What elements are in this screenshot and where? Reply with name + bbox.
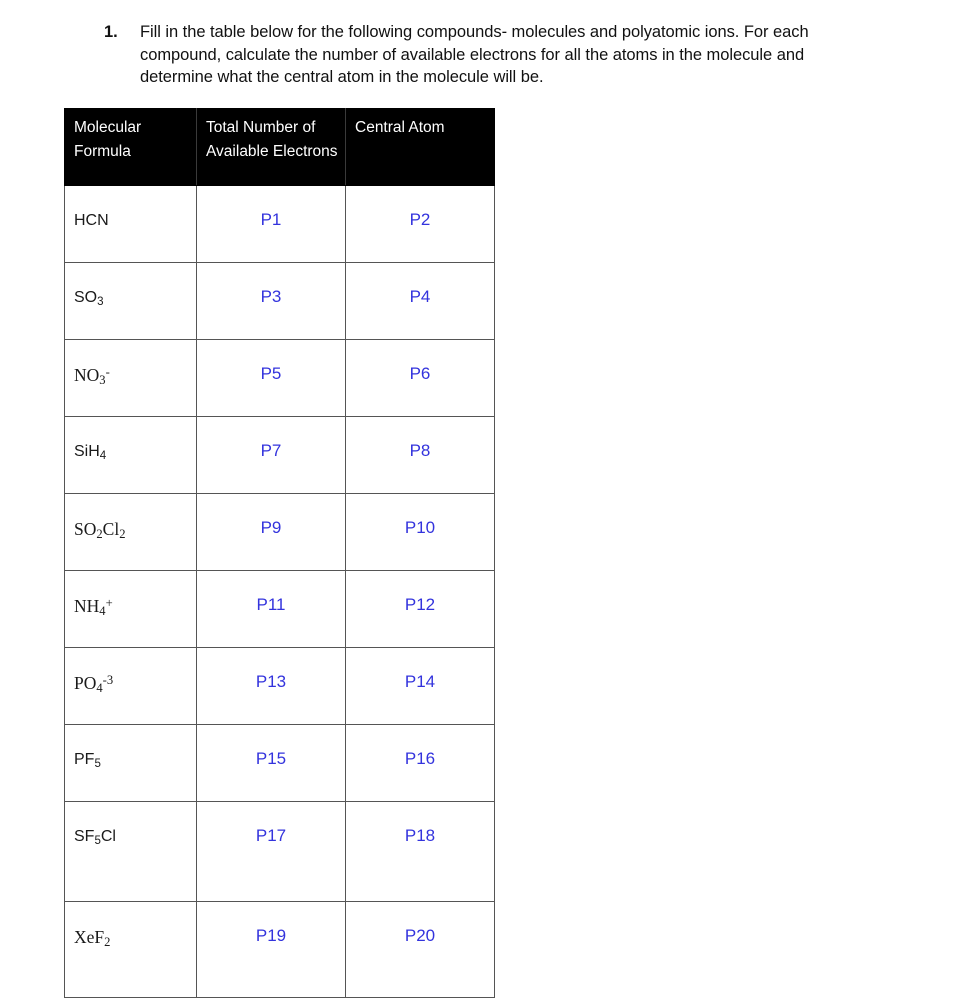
question-third-line: determine what the central atom in the m… <box>104 66 894 89</box>
molecular-formula-text: NO3- <box>74 364 110 388</box>
cell-central-atom[interactable]: P12 <box>345 570 495 648</box>
table-body: HCN P1 P2 SO3 P3 P4 NO3- P5 P6 SiH4 P7 P8 SO2Cl2 P9 P1… <box>64 185 495 998</box>
electrons-answer: P13 <box>255 672 287 691</box>
table-row: PO4-3 P13 P14 <box>64 647 495 725</box>
cell-central-atom[interactable]: P6 <box>345 339 495 417</box>
table-row: NO3- P5 P6 <box>64 339 495 417</box>
electrons-answer: P9 <box>260 518 282 537</box>
cell-molecular-formula: NO3- <box>64 339 197 417</box>
question-number: 1. <box>104 23 118 41</box>
molecular-formula-text: HCN <box>74 212 109 229</box>
cell-molecular-formula: HCN <box>64 185 197 263</box>
table-row: PF5 P15 P16 <box>64 724 495 802</box>
cell-molecular-formula: SiH4 <box>64 416 197 494</box>
molecular-formula-text: PF5 <box>74 751 101 770</box>
electrons-answer: P1 <box>260 210 282 229</box>
cell-molecular-formula: SF5Cl <box>64 801 197 902</box>
molecular-formula-text: PO4-3 <box>74 672 114 696</box>
molecular-formula-text: SiH4 <box>74 443 107 462</box>
central-atom-answer: P20 <box>404 926 436 945</box>
cell-total-available-electrons[interactable]: P5 <box>196 339 346 417</box>
central-atom-answer: P12 <box>404 595 436 614</box>
table-header: Molecular Formula Total Number of Availa… <box>64 108 495 186</box>
electrons-answer: P19 <box>255 926 287 945</box>
table-row: NH4+ P11 P12 <box>64 570 495 648</box>
cell-total-available-electrons[interactable]: P11 <box>196 570 346 648</box>
cell-molecular-formula: XeF2 <box>64 901 197 998</box>
electrons-answer: P7 <box>260 441 282 460</box>
molecular-formula-text: XeF2 <box>74 927 111 950</box>
molecular-formula-text: SO3 <box>74 289 104 308</box>
central-atom-answer: P14 <box>404 672 436 691</box>
question-line-2: compound, calculate the number of availa… <box>140 45 805 64</box>
central-atom-answer: P2 <box>409 210 431 229</box>
cell-total-available-electrons[interactable]: P13 <box>196 647 346 725</box>
cell-central-atom[interactable]: P20 <box>345 901 495 998</box>
cell-total-available-electrons[interactable]: P7 <box>196 416 346 494</box>
molecular-formula-text: SF5Cl <box>74 828 116 847</box>
central-atom-answer: P6 <box>409 364 431 383</box>
compound-table: Molecular Formula Total Number of Availa… <box>64 108 495 998</box>
electrons-answer: P3 <box>260 287 282 306</box>
central-atom-answer: P10 <box>404 518 436 537</box>
molecular-formula-text: NH4+ <box>74 595 113 619</box>
cell-total-available-electrons[interactable]: P3 <box>196 262 346 340</box>
column-header-total-available-electrons: Total Number of Available Electrons <box>196 108 346 186</box>
column-header-molecular-formula: Molecular Formula <box>64 108 197 186</box>
molecular-formula-text: SO2Cl2 <box>74 519 126 542</box>
cell-total-available-electrons[interactable]: P9 <box>196 493 346 571</box>
electrons-answer: P15 <box>255 749 287 768</box>
cell-molecular-formula: NH4+ <box>64 570 197 648</box>
electrons-answer: P11 <box>256 595 286 614</box>
cell-central-atom[interactable]: P18 <box>345 801 495 902</box>
cell-total-available-electrons[interactable]: P1 <box>196 185 346 263</box>
question-line-1: Fill in the table below for the followin… <box>140 23 809 41</box>
cell-central-atom[interactable]: P16 <box>345 724 495 802</box>
electrons-answer: P17 <box>255 826 287 845</box>
central-atom-answer: P16 <box>404 749 436 768</box>
cell-total-available-electrons[interactable]: P19 <box>196 901 346 998</box>
table-row: XeF2 P19 P20 <box>64 901 495 998</box>
table-row: SO3 P3 P4 <box>64 262 495 340</box>
table-row: HCN P1 P2 <box>64 185 495 263</box>
cell-central-atom[interactable]: P10 <box>345 493 495 571</box>
question-block: 1. Fill in the table below for the follo… <box>104 21 894 89</box>
central-atom-answer: P4 <box>409 287 431 306</box>
cell-central-atom[interactable]: P14 <box>345 647 495 725</box>
cell-central-atom[interactable]: P4 <box>345 262 495 340</box>
central-atom-answer: P18 <box>404 826 436 845</box>
table-row: SiH4 P7 P8 <box>64 416 495 494</box>
cell-central-atom[interactable]: P8 <box>345 416 495 494</box>
electrons-answer: P5 <box>260 364 282 383</box>
cell-molecular-formula: PF5 <box>64 724 197 802</box>
table-row: SF5Cl P17 P18 <box>64 801 495 902</box>
question-first-line: 1. Fill in the table below for the follo… <box>104 21 894 44</box>
cell-total-available-electrons[interactable]: P15 <box>196 724 346 802</box>
cell-molecular-formula: SO3 <box>64 262 197 340</box>
table-row: SO2Cl2 P9 P10 <box>64 493 495 571</box>
cell-total-available-electrons[interactable]: P17 <box>196 801 346 902</box>
cell-molecular-formula: PO4-3 <box>64 647 197 725</box>
question-line-3: determine what the central atom in the m… <box>140 68 544 86</box>
cell-molecular-formula: SO2Cl2 <box>64 493 197 571</box>
question-second-line: compound, calculate the number of availa… <box>104 44 894 67</box>
cell-central-atom[interactable]: P2 <box>345 185 495 263</box>
table-header-row: Molecular Formula Total Number of Availa… <box>64 108 495 186</box>
central-atom-answer: P8 <box>409 441 431 460</box>
column-header-central-atom: Central Atom <box>345 108 495 186</box>
